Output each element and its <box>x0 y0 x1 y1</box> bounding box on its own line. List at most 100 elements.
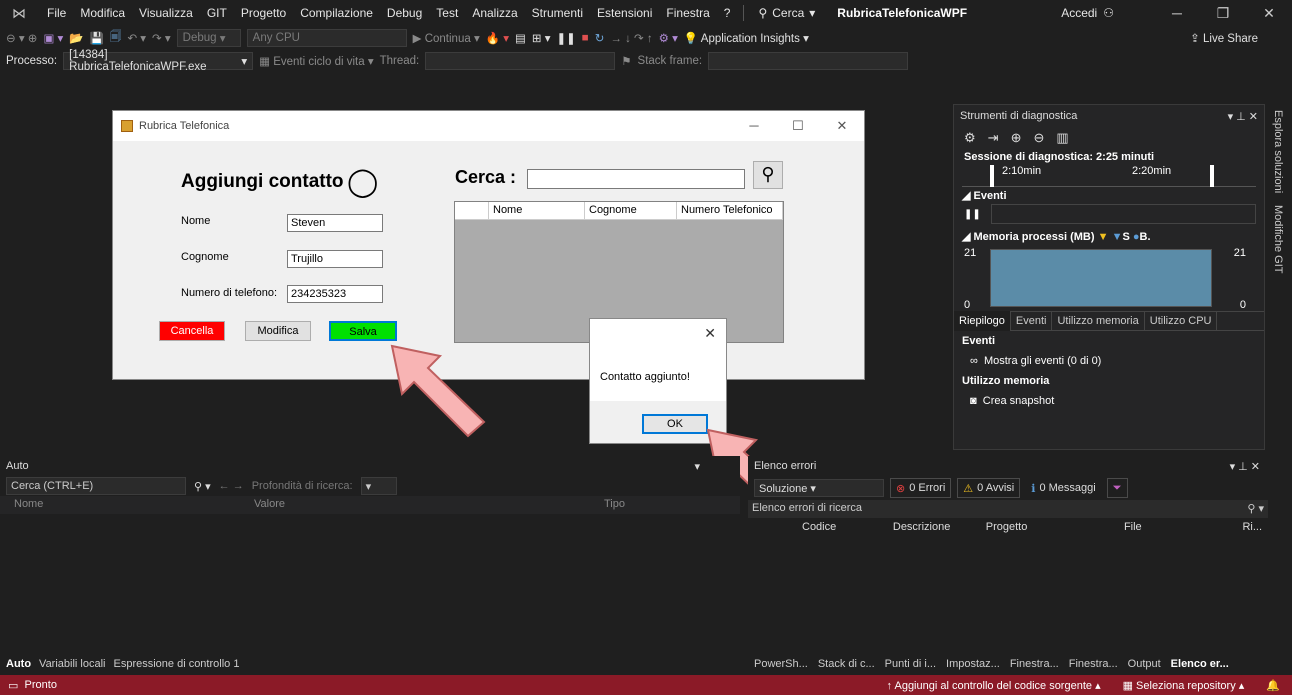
show-events-link[interactable]: ∞ Mostra gli eventi (0 di 0) <box>954 351 1264 371</box>
continue-button[interactable]: ▶ Continua ▾ <box>413 31 480 45</box>
menu-estensioni[interactable]: Estensioni <box>590 6 659 20</box>
step-icons[interactable]: → ↓ ↷ ↑ <box>610 31 652 45</box>
menu-file[interactable]: File <box>40 6 73 20</box>
menu-compilazione[interactable]: Compilazione <box>293 6 380 20</box>
wpf-minimize-button[interactable]: ─ <box>732 111 776 141</box>
col-file[interactable]: File <box>1118 518 1236 538</box>
notifications-icon[interactable]: 🔔 <box>1266 679 1280 692</box>
tab-git-changes[interactable]: Modifiche GIT <box>1268 199 1288 279</box>
errors-filter-button[interactable]: ⊗ 0 Errori <box>890 478 952 498</box>
col-valore[interactable]: Valore <box>240 496 590 514</box>
tab-breakpoints[interactable]: Punti di i... <box>885 658 936 670</box>
tab-error-list[interactable]: Elenco er... <box>1171 658 1229 670</box>
insights-button[interactable]: 💡 Application Insights ▾ <box>684 31 809 45</box>
config-dropdown[interactable]: Debug ▾ <box>176 29 241 47</box>
tab-locals[interactable]: Variabili locali <box>39 658 105 670</box>
live-share-button[interactable]: ⇪ Live Share <box>1190 31 1292 45</box>
col-riga[interactable]: Ri... <box>1236 518 1268 538</box>
col-descrizione[interactable]: Descrizione <box>887 518 980 538</box>
nav-back-icon[interactable]: ⊖ ▾ ⊕ <box>6 31 37 45</box>
export-icon[interactable]: ⇥ <box>988 130 999 146</box>
search-input[interactable] <box>527 169 745 189</box>
menu-help[interactable]: ? <box>717 6 738 20</box>
menu-finestra[interactable]: Finestra <box>659 6 716 20</box>
col-nome[interactable]: Nome <box>0 496 240 514</box>
redo-icon[interactable]: ↷ ▾ <box>152 31 171 45</box>
timeline-ruler[interactable]: 2:10min 2:20min <box>962 165 1256 187</box>
zoom-in-icon[interactable]: ⊕ <box>1011 130 1022 146</box>
name-input[interactable]: Steven <box>287 214 383 232</box>
autos-search-input[interactable]: Cerca (CTRL+E) <box>6 477 186 495</box>
surname-input[interactable]: Trujillo <box>287 250 383 268</box>
menu-visualizza[interactable]: Visualizza <box>132 6 200 20</box>
filter-icon[interactable]: ⏷ <box>1106 478 1128 498</box>
menu-git[interactable]: GIT <box>200 6 234 20</box>
edit-button[interactable]: Modifica <box>245 321 311 341</box>
search-icon[interactable]: ⚲ ▾ <box>194 480 211 493</box>
restart-icon[interactable]: ↻ <box>595 31 605 45</box>
memory-section-title[interactable]: ◢ Memoria processi (MB) ▼ ▼S ●B. <box>954 228 1264 245</box>
messages-filter-button[interactable]: ℹ0 Messaggi <box>1026 478 1100 498</box>
flag-icon[interactable]: ⚑ <box>621 54 631 68</box>
stack-frame-dropdown[interactable] <box>708 52 909 70</box>
menu-modifica[interactable]: Modifica <box>73 6 132 20</box>
ok-button[interactable]: OK <box>642 414 708 434</box>
menu-analizza[interactable]: Analizza <box>465 6 524 20</box>
wpf-maximize-button[interactable]: ☐ <box>776 111 820 141</box>
select-repository-button[interactable]: ▦ Seleziona repository ▴ <box>1123 679 1245 692</box>
tab-call-stack[interactable]: Stack di c... <box>818 658 875 670</box>
close-button[interactable]: ✕ <box>1246 5 1292 22</box>
events-section-title[interactable]: ◢ Eventi <box>954 187 1264 204</box>
menu-test[interactable]: Test <box>429 6 465 20</box>
restore-button[interactable]: ❐ <box>1200 5 1246 22</box>
global-search[interactable]: ⚲ Cerca ▾ <box>750 6 823 20</box>
scope-dropdown[interactable]: Soluzione ▾ <box>754 479 884 497</box>
platform-dropdown[interactable]: Any CPU <box>246 29 407 47</box>
timeline-end-marker[interactable] <box>1210 165 1214 187</box>
pause-icon[interactable]: ❚❚ <box>557 31 576 45</box>
zoom-out-icon[interactable]: ⊖ <box>1033 130 1044 146</box>
menu-progetto[interactable]: Progetto <box>234 6 293 20</box>
col-codice[interactable]: Codice <box>788 518 887 538</box>
new-project-icon[interactable]: ▣ ▾ <box>43 31 63 45</box>
tab-exception-settings[interactable]: Impostaz... <box>946 658 1000 670</box>
tab-watch-1[interactable]: Espressione di controllo 1 <box>113 658 239 670</box>
minimize-button[interactable]: ─ <box>1154 5 1200 21</box>
warnings-filter-button[interactable]: ⚠ 0 Avvisi <box>957 478 1021 498</box>
tab-eventi[interactable]: Eventi <box>1011 311 1053 331</box>
panel-controls[interactable]: ▾ ⊥ ✕ <box>1230 460 1260 473</box>
thread-dropdown[interactable] <box>425 52 616 70</box>
col-tipo[interactable]: Tipo <box>590 496 639 514</box>
lifecycle-events[interactable]: ▦ Eventi ciclo di vita ▾ <box>259 54 373 68</box>
autos-panel-menu[interactable]: ▾ <box>694 460 700 473</box>
undo-icon[interactable]: ↶ ▾ <box>127 31 146 45</box>
delete-button[interactable]: Cancella <box>159 321 225 341</box>
diagnostics-icon[interactable]: ⚙ ▾ <box>659 31 678 45</box>
create-snapshot-link[interactable]: ◙ Crea snapshot <box>954 391 1264 411</box>
stop-icon[interactable]: ■ <box>582 32 589 44</box>
tab-utilizzo-cpu[interactable]: Utilizzo CPU <box>1145 311 1218 331</box>
tab-solution-explorer[interactable]: Esplora soluzioni <box>1268 104 1288 199</box>
search-depth-dropdown[interactable]: ▾ <box>360 477 397 495</box>
menu-debug[interactable]: Debug <box>380 6 429 20</box>
chart-icon[interactable]: ▥ <box>1056 130 1068 146</box>
wpf-close-button[interactable]: ✕ <box>820 111 864 141</box>
tab-auto[interactable]: Auto <box>6 658 31 670</box>
menu-strumenti[interactable]: Strumenti <box>525 6 590 20</box>
save-all-icon[interactable]: 🗐 <box>110 29 122 48</box>
sign-in-button[interactable]: Accedi ⚇ <box>1061 6 1114 20</box>
layout-icon[interactable]: ⊞ ▾ <box>532 31 551 45</box>
nav-arrows-icon[interactable]: ← → <box>219 480 244 492</box>
tab-window-2[interactable]: Finestra... <box>1069 658 1118 670</box>
col-numero-telefonico[interactable]: Numero Telefonico <box>677 202 783 219</box>
hot-reload-icon[interactable]: 🔥 ▾ <box>486 31 509 45</box>
col-progetto[interactable]: Progetto <box>980 518 1118 538</box>
gear-icon[interactable]: ⚙ <box>964 130 976 146</box>
error-search-input[interactable]: Elenco errori di ricerca ⚲ ▾ <box>748 500 1268 518</box>
phone-input[interactable]: 234235323 <box>287 285 383 303</box>
tab-riepilogo[interactable]: Riepilogo <box>954 311 1011 331</box>
tab-window-1[interactable]: Finestra... <box>1010 658 1059 670</box>
msgbox-close-button[interactable]: ✕ <box>704 325 716 342</box>
col-nome[interactable]: Nome <box>489 202 585 219</box>
tab-utilizzo-memoria[interactable]: Utilizzo memoria <box>1052 311 1145 331</box>
